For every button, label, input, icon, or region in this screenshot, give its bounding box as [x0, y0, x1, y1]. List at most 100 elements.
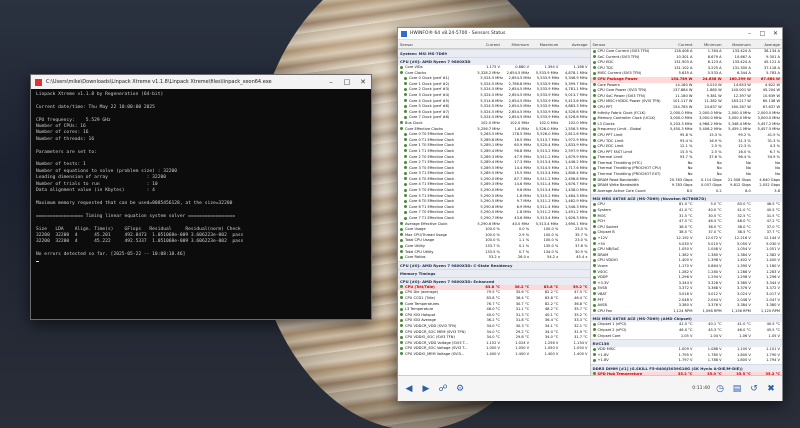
console-title-bar[interactable]: C:\Users\mike\Downloads\Linpack Xtreme v… — [31, 75, 371, 89]
sensor-value: 1.05 V — [680, 333, 693, 338]
sensor-label: CPU EDC Limit — [597, 144, 624, 149]
reset-icon[interactable]: ↺ — [747, 382, 761, 396]
sensor-icon — [404, 138, 407, 142]
maximize-icon[interactable]: □ — [339, 78, 355, 86]
linpack-console-window[interactable]: C:\Users\mike\Downloads\Linpack Xtreme v… — [30, 74, 372, 320]
nav-right-icon[interactable]: ▶ — [419, 382, 433, 396]
sensor-label: Total CPU Usage — [405, 238, 435, 243]
sensor-label: CPU PPT FAST Limit — [597, 149, 633, 154]
sensor-icon — [592, 309, 596, 313]
sensor-icon — [592, 116, 596, 120]
column-header-minimum[interactable]: Minimum — [694, 42, 723, 47]
elapsed-time: 0:11:40 — [692, 386, 710, 391]
column-header-maximum[interactable]: Maximum — [724, 42, 753, 47]
sensor-row[interactable]: Average Active Core Count 8.0 0.2 8.0 3.8 — [591, 189, 783, 195]
nav-left-icon[interactable]: ◀ — [402, 382, 416, 396]
sensor-group-header[interactable]: RVC136 — [590, 339, 782, 348]
sensor-pane-left[interactable]: Sensor Current Minimum Maximum Average Syste… — [398, 40, 591, 375]
sensor-column-headers[interactable]: Sensor Current Minimum Maximum Average — [590, 40, 782, 49]
close-sensors-icon[interactable]: ✖ — [764, 382, 778, 396]
sensor-group-header[interactable]: CPU [#0]: AMD Ryzen 7 9800X3D: Enhanced — [398, 276, 590, 285]
sensor-label: Core 2 Clock (perf #3) — [409, 87, 450, 92]
sensor-value: 35.0 °C — [707, 371, 722, 375]
sensor-value: 1.800 V — [736, 358, 751, 363]
sensor-row[interactable]: CPU VDDIO_MEM Voltage (SVI3... 1.400 V 1.4… — [398, 352, 590, 358]
sensor-icon — [400, 285, 403, 289]
sensor-icon — [400, 335, 403, 339]
sensor-label: +1.8V — [597, 352, 609, 357]
sensor-label: Infinity Fabric Clock (FCLK) — [597, 110, 646, 115]
sensor-value: 1,120 RPM — [760, 308, 781, 313]
sensor-group-header[interactable]: MSI MEG X670E ACE (MS-7D69) (AMD Chipset… — [590, 314, 782, 323]
sensor-icon — [404, 143, 407, 147]
sensor-value: 1.06 V — [739, 333, 751, 338]
sensor-row[interactable]: Core Ratios 53.2 x 26.0 x 54.2 x 45.4 x — [398, 255, 590, 261]
sensor-label: L3 Clocks — [597, 121, 615, 126]
sensor-icon — [404, 155, 407, 158]
sensor-row[interactable]: CPU Fan 1,124 RPM 1,098 RPM 1,156 RPM 1,120 … — [591, 309, 783, 315]
sensor-icon — [592, 133, 596, 137]
console-title: C:\Users\mike\Downloads\Linpack Xtreme v… — [46, 79, 272, 85]
column-header-minimum[interactable]: Minimum — [502, 42, 531, 47]
sensor-icon — [400, 238, 403, 242]
clock-icon[interactable]: ◷ — [713, 382, 727, 396]
sensor-icon — [404, 166, 407, 170]
settings-icon[interactable]: ⚙ — [453, 382, 467, 396]
sensor-group-header[interactable]: DDR5 DIMM [#1] (G.SKILL F5-6400J3039G16G… — [590, 363, 782, 372]
column-header-sensor[interactable]: Sensor — [591, 42, 666, 47]
minimize-icon[interactable]: – — [743, 30, 756, 37]
sensor-icon — [400, 233, 403, 237]
sensor-label: Core 6 T0 Effective Clock — [409, 199, 455, 204]
sensor-icon — [592, 322, 596, 326]
sensor-label: Core Ratios — [405, 255, 426, 260]
sensor-icon — [404, 87, 407, 91]
minimize-icon[interactable]: – — [323, 78, 339, 86]
column-header-current[interactable]: Current — [473, 42, 502, 47]
sensor-icon — [404, 216, 407, 220]
sensor-label: Memory Controller Clock (UCLK) — [597, 116, 656, 121]
console-output[interactable]: Linpack Xtreme v1.1.8 by Regeneration (6… — [31, 89, 371, 317]
sensor-row[interactable]: +1.8V 1.797 V 1.788 V 1.800 V 1.794 V — [591, 358, 783, 364]
network-icon[interactable]: ☍ — [436, 382, 450, 396]
close-icon[interactable]: ✕ — [769, 30, 782, 37]
sensor-label: +1.8V — [597, 358, 609, 363]
sensor-row[interactable]: Chipset Core 1.05 V 1.04 V 1.06 V 1.05 V — [591, 334, 783, 340]
sensor-label: VDDP — [597, 275, 608, 280]
sensor-label: Core 1 Clock (perf #2) — [409, 81, 450, 86]
sensor-group-header[interactable]: MSI MEG X670E ACE (MS-7D69) (Nuvoton NCT… — [590, 194, 782, 203]
maximize-icon[interactable]: □ — [756, 30, 769, 37]
sensor-value: 54.2 x — [547, 255, 559, 260]
sensor-value: 35.5 °C — [736, 371, 751, 375]
sensor-icon — [592, 242, 596, 246]
sensor-icon — [592, 99, 596, 103]
sensor-pane-right[interactable]: Sensor Current Minimum Maximum Average CPU C… — [590, 40, 783, 375]
sensor-label: CPU VDDIO_SOC (SVI3 TFN) — [405, 335, 455, 340]
sensor-label: CPU Core Power (SVI3 TFN) — [597, 88, 647, 93]
report-icon[interactable]: ▤ — [730, 382, 744, 396]
sensor-label: Thermal Throttling (HTC) — [597, 160, 643, 165]
sensor-icon — [592, 253, 596, 257]
column-header-maximum[interactable]: Maximum — [531, 42, 560, 47]
sensor-label: Core 5 T0 Effective Clock — [409, 188, 455, 193]
sensor-label: DRAM — [597, 252, 609, 257]
sensor-group-header[interactable]: CPU [#0]: AMD Ryzen 7 9800X3D: C-State R… — [398, 260, 590, 269]
sensor-icon — [592, 77, 596, 81]
column-header-current[interactable]: Current — [665, 42, 694, 47]
sensor-label: Vcore — [597, 263, 608, 268]
sensor-label: CPU IOD Average — [405, 318, 437, 323]
column-header-average[interactable]: Average — [560, 42, 589, 47]
sensor-icon — [404, 188, 407, 192]
sensor-icon — [592, 122, 596, 126]
sensor-group-header[interactable]: Memory Timings — [398, 268, 590, 277]
hwinfo-sensors-window[interactable]: HWiNFO® 64 v8.24-5700 - Sensors Status –… — [397, 27, 783, 401]
sensor-group-header[interactable]: CPU [#0]: AMD Ryzen 7 9800X3D — [398, 57, 590, 65]
close-icon[interactable]: ✕ — [355, 78, 371, 86]
sensor-icon — [592, 236, 596, 240]
hwinfo-title-bar[interactable]: HWiNFO® 64 v8.24-5700 - Sensors Status –… — [398, 28, 782, 40]
column-header-sensor[interactable]: Sensor — [398, 42, 473, 47]
sensor-group-header[interactable]: System: MSI MS-7D69 — [398, 49, 590, 57]
sensor-column-headers[interactable]: Sensor Current Minimum Maximum Average — [398, 40, 590, 49]
sensor-row[interactable]: SPD Hub Temperature 35.2 °C 35.0 °C 35.5 °C… — [590, 371, 782, 375]
sensor-label: CPU TDC — [597, 65, 614, 70]
column-header-average[interactable]: Average — [753, 42, 782, 47]
